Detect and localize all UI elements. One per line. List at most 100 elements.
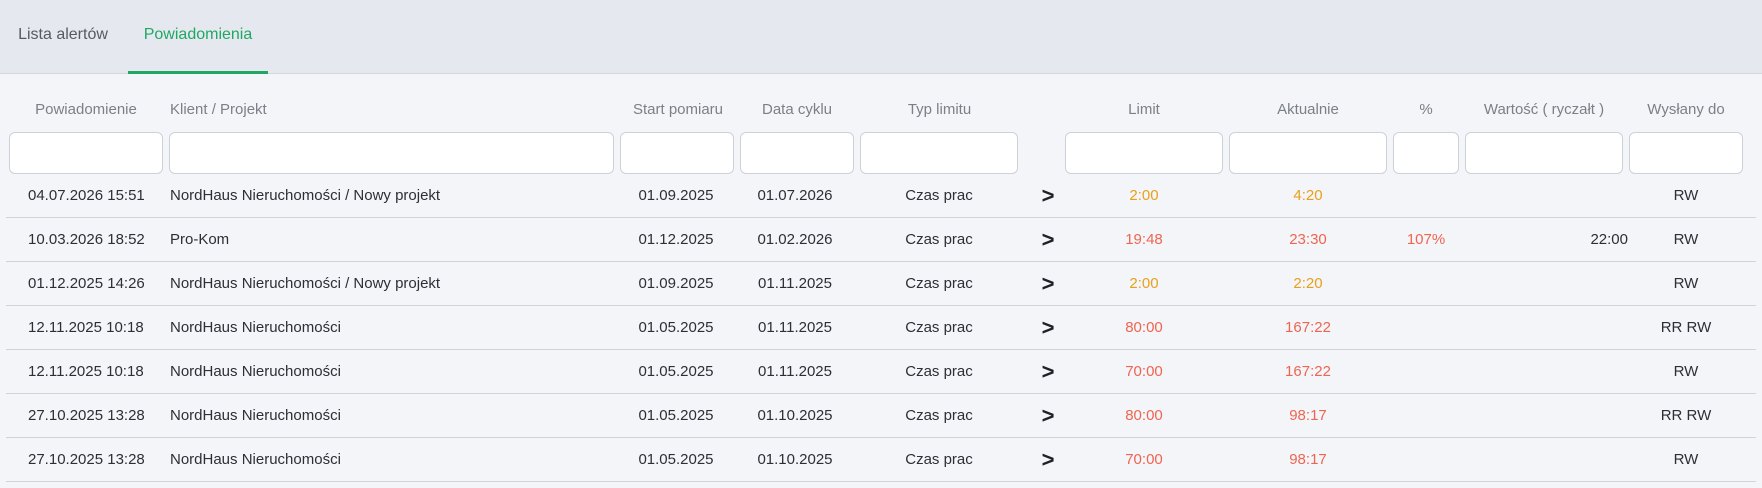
row-date: 12.11.2025 10:18 — [28, 363, 144, 380]
row-value — [1466, 438, 1628, 482]
row-percent — [1394, 394, 1458, 438]
table-row[interactable]: 12.11.2025 10:18 NordHaus Nieruchomości 01… — [6, 350, 1756, 394]
row-current: 167:22 — [1285, 319, 1331, 336]
header-procent[interactable]: % — [1394, 101, 1458, 118]
row-start: 01.05.2025 — [638, 451, 714, 468]
row-current: 167:22 — [1285, 363, 1331, 380]
row-operator: > — [1041, 447, 1055, 472]
row-client: NordHaus Nieruchomości / Nowy projekt — [170, 187, 441, 204]
row-percent: 107% — [1406, 231, 1446, 248]
row-date: 27.10.2025 13:28 — [28, 407, 145, 424]
row-value — [1466, 262, 1628, 306]
row-sent-to: RW — [1673, 275, 1699, 292]
row-sent-to: RR RW — [1660, 407, 1712, 424]
row-limit: 80:00 — [1125, 407, 1163, 424]
row-cycle: 01.07.2026 — [757, 187, 833, 204]
filter-limit-input[interactable] — [1065, 132, 1223, 174]
row-start: 01.12.2025 — [638, 231, 714, 248]
row-operator: > — [1041, 403, 1055, 428]
table-row[interactable]: 27.10.2025 13:28 NordHaus Nieruchomości 01… — [6, 394, 1756, 438]
filter-wyslany-input[interactable] — [1629, 132, 1743, 174]
row-date: 04.07.2026 15:51 — [28, 187, 145, 204]
row-limit: 70:00 — [1125, 363, 1163, 380]
row-value — [1466, 174, 1628, 218]
header-klient-projekt[interactable]: Klient / Projekt — [170, 101, 267, 118]
row-current: 23:30 — [1289, 231, 1327, 248]
row-type: Czas prac — [905, 363, 973, 380]
filter-wartosc-input[interactable] — [1465, 132, 1623, 174]
row-cycle: 01.02.2026 — [757, 231, 833, 248]
row-operator: > — [1041, 271, 1055, 296]
row-client: NordHaus Nieruchomości — [170, 407, 341, 424]
header-start-pomiaru[interactable]: Start pomiaru — [622, 101, 734, 118]
row-value — [1466, 394, 1628, 438]
row-date: 01.12.2025 14:26 — [28, 275, 145, 292]
header-wartosc-ryczalt[interactable]: Wartość ( ryczałt ) — [1466, 101, 1622, 118]
header-powiadomienie[interactable]: Powiadomienie — [10, 101, 162, 118]
row-operator: > — [1041, 227, 1055, 252]
tab-powiadomienia[interactable]: Powiadomienia — [128, 0, 268, 74]
row-date: 10.03.2026 18:52 — [28, 231, 145, 248]
row-current: 2:20 — [1293, 275, 1323, 292]
row-limit: 19:48 — [1125, 231, 1163, 248]
table-row[interactable]: 10.03.2026 18:52 Pro-Kom 01.12.2025 01.02.2… — [6, 218, 1756, 262]
row-start: 01.05.2025 — [638, 319, 714, 336]
row-limit: 80:00 — [1125, 319, 1163, 336]
row-value: 22:00 — [1590, 231, 1628, 248]
row-current: 98:17 — [1289, 451, 1327, 468]
header-wyslany-do[interactable]: Wysłany do — [1630, 101, 1742, 118]
row-limit: 70:00 — [1125, 451, 1163, 468]
row-client: NordHaus Nieruchomości — [170, 319, 341, 336]
row-percent — [1394, 350, 1458, 394]
row-operator: > — [1041, 183, 1055, 208]
filter-cykl-input[interactable] — [740, 132, 854, 174]
row-sent-to: RR RW — [1660, 319, 1712, 336]
row-client: NordHaus Nieruchomości — [170, 451, 341, 468]
row-limit: 2:00 — [1129, 187, 1159, 204]
table-row[interactable]: 01.12.2025 14:26 NordHaus Nieruchomości /… — [6, 262, 1756, 306]
header-aktualnie[interactable]: Aktualnie — [1230, 101, 1386, 118]
filter-start-input[interactable] — [620, 132, 734, 174]
row-value — [1466, 306, 1628, 350]
row-value — [1466, 350, 1628, 394]
row-client: Pro-Kom — [170, 231, 230, 248]
filter-klient-input[interactable] — [169, 132, 614, 174]
filter-procent-input[interactable] — [1393, 132, 1459, 174]
row-sent-to: RW — [1673, 231, 1699, 248]
tab-lista-alertow[interactable]: Lista alertów — [0, 0, 126, 74]
row-type: Czas prac — [905, 451, 973, 468]
row-limit: 2:00 — [1129, 275, 1159, 292]
header-limit[interactable]: Limit — [1066, 101, 1222, 118]
row-percent — [1394, 174, 1458, 218]
row-percent — [1394, 262, 1458, 306]
row-type: Czas prac — [905, 187, 973, 204]
row-date: 27.10.2025 13:28 — [28, 451, 145, 468]
row-start: 01.09.2025 — [638, 275, 714, 292]
row-cycle: 01.11.2025 — [758, 319, 832, 336]
row-current: 98:17 — [1289, 407, 1327, 424]
filter-powiadomienie-input[interactable] — [9, 132, 163, 174]
header-data-cyklu[interactable]: Data cyklu — [742, 101, 852, 118]
row-start: 01.05.2025 — [638, 363, 714, 380]
filter-aktualnie-input[interactable] — [1229, 132, 1387, 174]
header-typ-limitu[interactable]: Typ limitu — [861, 101, 1018, 118]
row-sent-to: RW — [1673, 451, 1699, 468]
row-client: NordHaus Nieruchomości / Nowy projekt — [170, 275, 441, 292]
filter-typ-input[interactable] — [860, 132, 1018, 174]
row-client: NordHaus Nieruchomości — [170, 363, 341, 380]
row-start: 01.05.2025 — [638, 407, 714, 424]
row-cycle: 01.11.2025 — [758, 363, 832, 380]
row-percent — [1394, 438, 1458, 482]
row-date: 12.11.2025 10:18 — [28, 319, 144, 336]
row-type: Czas prac — [905, 231, 973, 248]
row-type: Czas prac — [905, 275, 973, 292]
row-operator: > — [1041, 315, 1055, 340]
table-row[interactable]: 27.10.2025 13:28 NordHaus Nieruchomości 01… — [6, 438, 1756, 482]
table-row[interactable]: 12.11.2025 10:18 NordHaus Nieruchomości 01… — [6, 306, 1756, 350]
row-start: 01.09.2025 — [638, 187, 714, 204]
row-cycle: 01.10.2025 — [757, 451, 833, 468]
row-sent-to: RW — [1673, 363, 1699, 380]
table-row[interactable]: 04.07.2026 15:51 NordHaus Nieruchomości /… — [6, 174, 1756, 218]
row-current: 4:20 — [1293, 187, 1323, 204]
row-cycle: 01.10.2025 — [757, 407, 833, 424]
